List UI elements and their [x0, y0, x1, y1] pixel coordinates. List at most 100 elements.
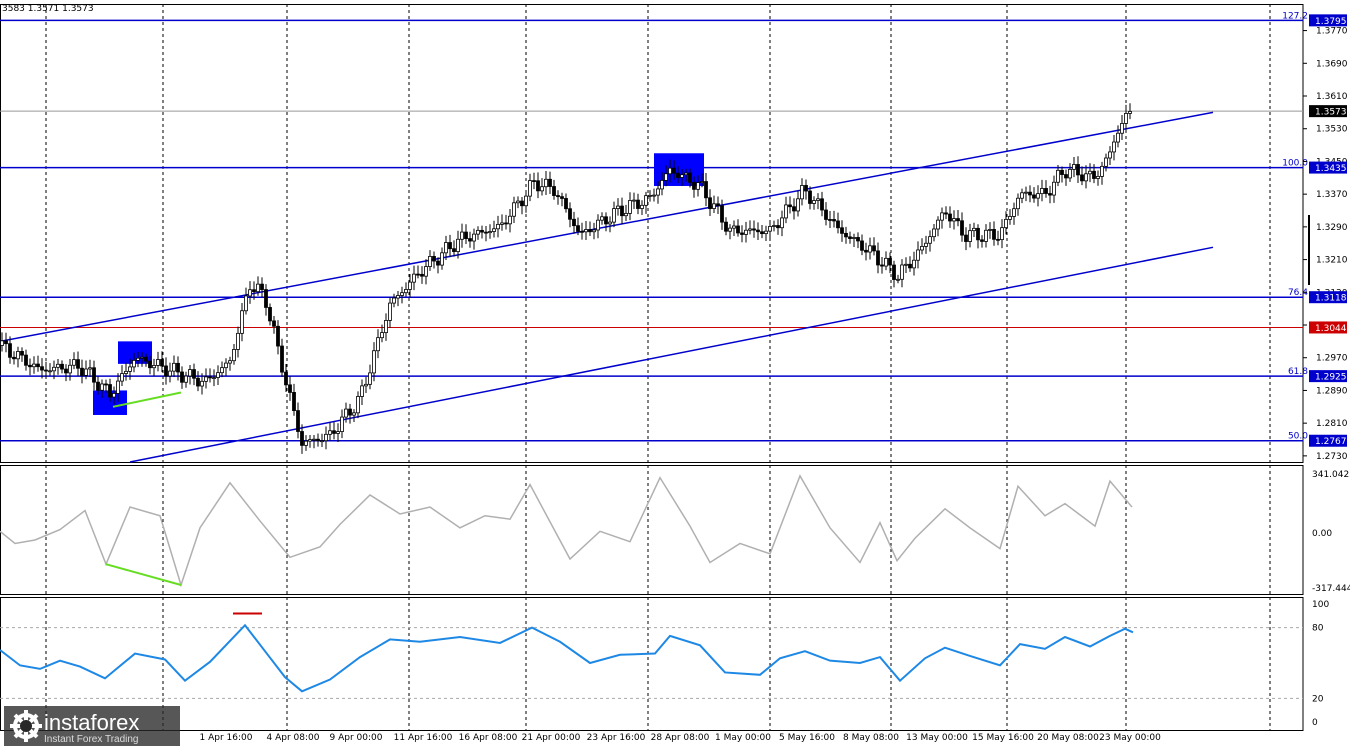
candle-body	[328, 430, 332, 435]
main-panel-frame	[0, 4, 1304, 463]
candle-body	[72, 359, 76, 366]
candle-body	[524, 195, 528, 207]
candle-body	[772, 225, 776, 227]
candle-body	[640, 204, 644, 209]
candle-body	[728, 227, 732, 232]
candle-body	[600, 216, 604, 221]
price-tick-label: 1.2970	[1316, 354, 1348, 364]
candle-body	[528, 180, 532, 197]
candle-body	[0, 340, 4, 346]
price-tick-label: 1.2890	[1316, 386, 1348, 396]
trend-channel-line	[129, 246, 1214, 463]
candle-body	[664, 173, 668, 181]
candle-body	[40, 366, 44, 371]
candle-body	[992, 229, 996, 240]
candle-body	[180, 371, 184, 383]
candle-body	[548, 178, 552, 187]
candle-body	[680, 174, 684, 178]
candle-body	[160, 359, 164, 367]
candle-body	[468, 238, 472, 242]
candle-body	[592, 229, 596, 233]
price-tick-label: 1.3290	[1316, 223, 1348, 233]
candle-body	[756, 229, 760, 233]
candle-body	[796, 198, 800, 212]
candle-body	[204, 376, 208, 382]
candle-body	[420, 273, 424, 277]
candle-body	[176, 362, 180, 373]
candle-body	[408, 281, 412, 290]
candle-body	[808, 190, 812, 204]
candle-body	[800, 185, 804, 200]
candle-body	[1000, 227, 1004, 241]
candle-body	[508, 215, 512, 225]
rsi-tick-label: 0	[1312, 718, 1318, 728]
candle-body	[988, 229, 992, 231]
fibonacci-level-label: 100.0	[1282, 159, 1308, 169]
time-tick-label: 23 Apr 16:00	[587, 733, 646, 743]
cci-tick-label: 341.0423	[1312, 470, 1350, 480]
candle-body	[304, 440, 308, 446]
cci-panel-frame	[0, 465, 1304, 595]
candle-body	[1036, 193, 1040, 199]
candle-body	[348, 408, 352, 416]
candle-body	[20, 351, 24, 356]
cci-series-line	[0, 474, 1133, 588]
candle-body	[476, 229, 480, 235]
candle-body	[228, 360, 232, 364]
candle-body	[504, 222, 508, 225]
candle-body	[1080, 174, 1084, 182]
candle-body	[312, 438, 316, 441]
candle-body	[708, 197, 712, 209]
candle-body	[688, 172, 692, 183]
candle-body	[1024, 191, 1028, 194]
candle-body	[856, 237, 860, 242]
candle-body	[320, 440, 324, 443]
time-tick-label: 15 May 16:00	[972, 733, 1034, 743]
candle-body	[676, 172, 680, 178]
candle-body	[88, 367, 92, 370]
candle-body	[336, 431, 340, 434]
time-tick-label: 20 May 08:00	[1037, 733, 1099, 743]
time-tick-label: 23 May 00:00	[1099, 733, 1161, 743]
price-chart: 127.2 100.0 76.4 61.8 50.0 341.0423 0.00 -317.…	[0, 4, 1350, 743]
candle-body	[92, 367, 96, 383]
candle-body	[232, 349, 236, 362]
candle-body	[644, 195, 648, 206]
candle-body	[628, 200, 632, 214]
candle-body	[1120, 123, 1124, 134]
fibonacci-level-label: 127.2	[1282, 11, 1308, 21]
candle-body	[16, 351, 20, 360]
candle-body	[932, 228, 936, 238]
candle-body	[456, 238, 460, 252]
candle-body	[792, 206, 796, 212]
candle-body	[744, 229, 748, 235]
candle-body	[120, 373, 124, 382]
candle-body	[956, 218, 960, 222]
candle-body	[184, 375, 188, 383]
candle-body	[624, 212, 628, 217]
candle-body	[580, 230, 584, 233]
candle-body	[964, 234, 968, 242]
candle-body	[840, 227, 844, 234]
time-tick-label: 13 May 00:00	[906, 733, 968, 743]
candle-body	[812, 200, 816, 204]
candle-body	[568, 208, 572, 220]
candle-body	[324, 433, 328, 442]
candle-body	[356, 396, 360, 414]
candle-body	[952, 218, 956, 222]
candle-body	[880, 264, 884, 267]
candle-body	[884, 257, 888, 267]
candle-body	[588, 229, 592, 233]
candle-body	[8, 343, 12, 358]
candle-body	[36, 363, 40, 368]
price-level-tag-text: 1.3044	[1315, 324, 1347, 334]
candle-body	[84, 368, 88, 376]
candle-body	[1064, 174, 1068, 179]
candle-body	[1060, 169, 1064, 175]
candle-body	[236, 332, 240, 350]
candle-body	[648, 194, 652, 197]
candle-body	[372, 350, 376, 374]
candle-body	[44, 369, 48, 372]
candle-body	[1056, 169, 1060, 183]
price-tick-label: 1.3770	[1316, 27, 1348, 37]
